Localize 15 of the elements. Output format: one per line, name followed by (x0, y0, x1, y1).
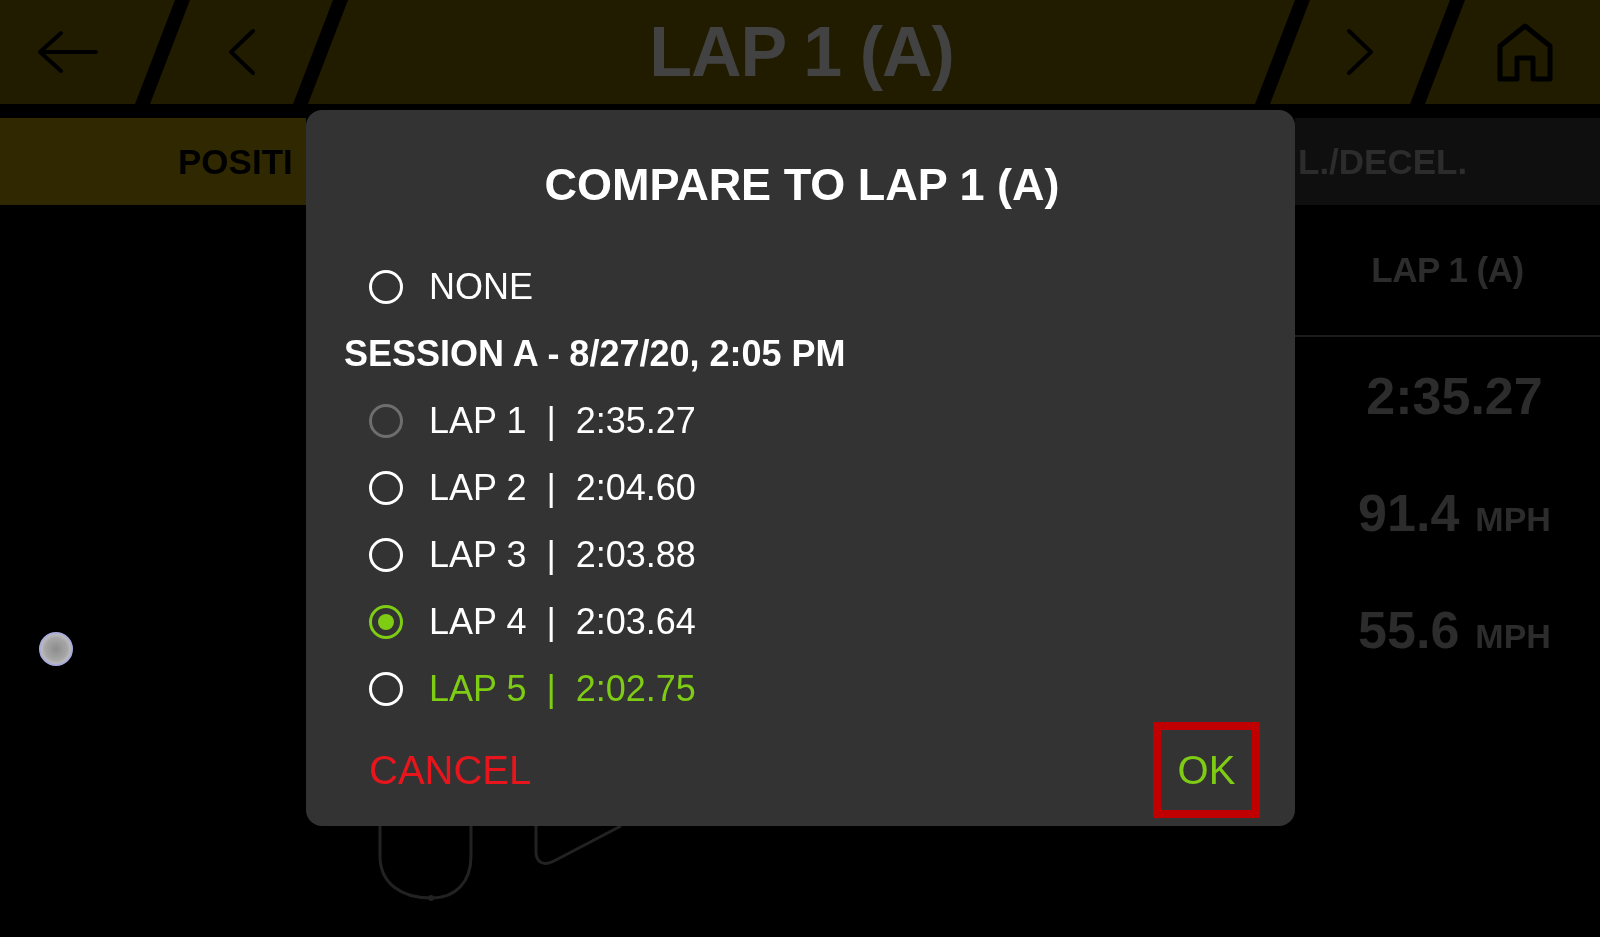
radio-option[interactable]: NONE (369, 266, 533, 307)
radio-option[interactable]: LAP 5 | 2:02.75 (369, 668, 696, 709)
chevron-right-icon (1345, 28, 1375, 76)
screen-title: LAP 1 (A) (649, 12, 954, 92)
radio-option[interactable]: LAP 3 | 2:03.88 (369, 534, 696, 575)
radio-icon[interactable] (369, 604, 403, 639)
position-dot-icon (38, 631, 74, 667)
ok-button[interactable]: OK (1153, 722, 1260, 818)
arrow-left-icon (36, 30, 99, 74)
dialog-title: COMPARE TO LAP 1 (A) (544, 161, 1060, 209)
radio-option[interactable]: LAP 2 | 2:04.60 (369, 467, 696, 508)
home-icon (1495, 22, 1554, 82)
session-heading: SESSION A - 8/27/20, 2:05 PM (344, 333, 846, 374)
chevron-left-icon (226, 28, 257, 76)
radio-option[interactable]: LAP 4 | 2:03.64 (369, 601, 696, 642)
